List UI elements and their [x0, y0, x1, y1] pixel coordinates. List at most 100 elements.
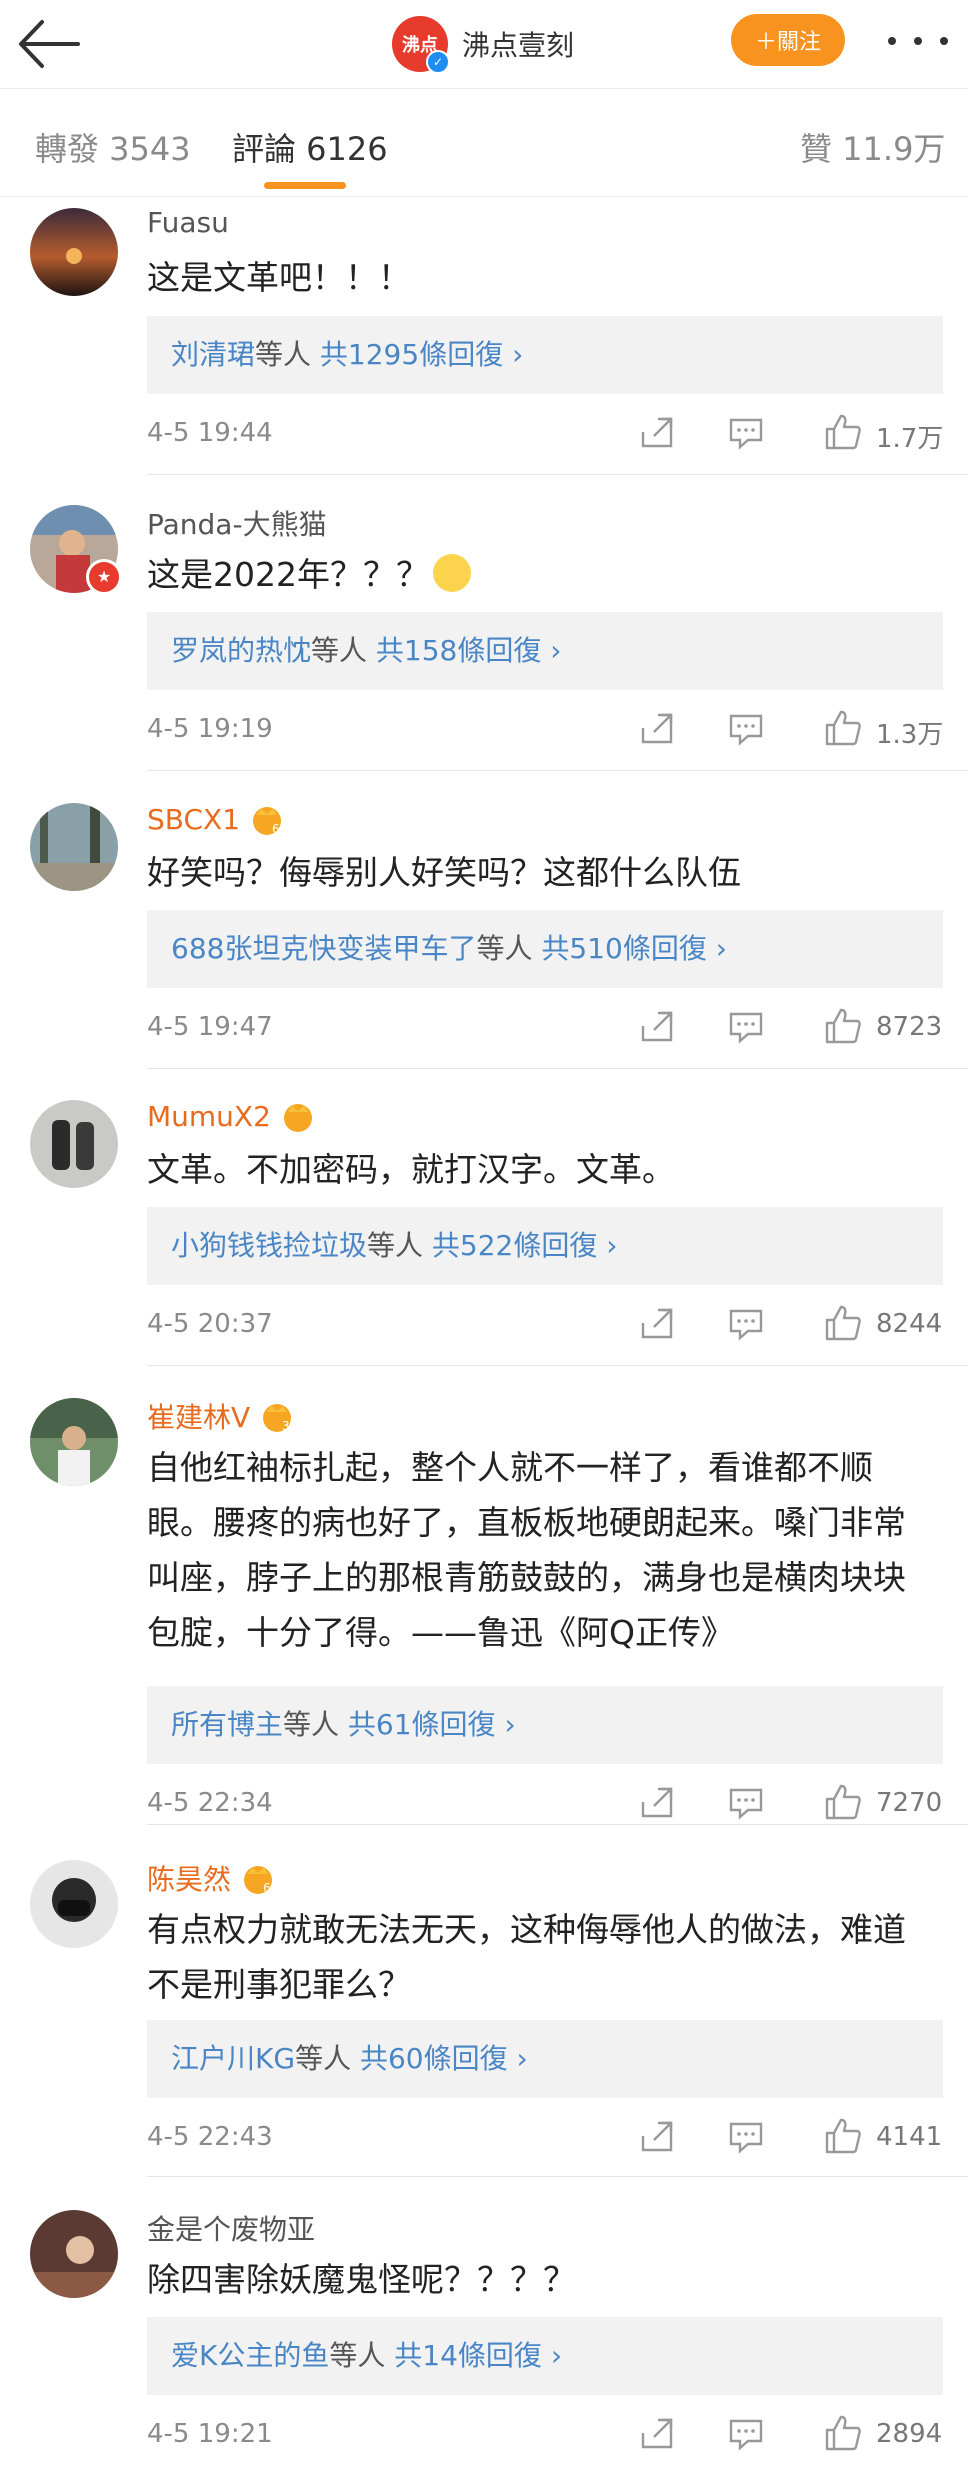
- comment-icon[interactable]: [728, 416, 764, 450]
- reply-etc: 等人: [255, 338, 312, 371]
- comment-icon[interactable]: [728, 712, 764, 746]
- commenter-name-text: MumuX2: [147, 1099, 271, 1133]
- share-icon[interactable]: [640, 2417, 674, 2451]
- replies-link[interactable]: 小狗钱钱捡垃圾等人 共522條回復 ›: [147, 1207, 943, 1285]
- comment-text: 这是2022年？？？: [147, 547, 937, 602]
- active-tab-indicator: [264, 182, 346, 189]
- comment-icon[interactable]: [728, 2417, 764, 2451]
- comment-actions: 8244: [640, 1304, 950, 1347]
- replies-link[interactable]: 江户川KG等人 共60條回復 ›: [147, 2020, 943, 2098]
- commenter-name[interactable]: MumuX2: [147, 1098, 317, 1134]
- reply-users: 小狗钱钱捡垃圾: [171, 1229, 368, 1262]
- like-icon[interactable]: [824, 1304, 862, 1342]
- commenter-name[interactable]: SBCX1 6: [147, 801, 286, 837]
- divider: [147, 1365, 968, 1366]
- reply-users: 罗岚的热忱: [171, 634, 312, 667]
- like-icon[interactable]: [824, 1007, 862, 1045]
- comment-text: 好笑吗？侮辱别人好笑吗？这都什么队伍: [147, 853, 741, 892]
- comment-text: 有点权力就敢无法无天，这种侮辱他人的做法，难道不是刑事犯罪么？: [147, 1910, 906, 2004]
- like-count: 8723: [876, 1012, 943, 1042]
- tab-comments[interactable]: 評論 6126: [232, 124, 388, 170]
- replies-link[interactable]: 刘清珺等人 共1295條回復 ›: [147, 316, 943, 394]
- commenter-name[interactable]: Panda-大熊猫: [147, 503, 327, 543]
- avatar[interactable]: [30, 1860, 118, 1948]
- more-options-icon[interactable]: [888, 26, 948, 56]
- reply-etc: 等人: [367, 1229, 424, 1262]
- like-count: 4141: [876, 2122, 943, 2152]
- comment-text: 除四害除妖魔鬼怪呢？？？？: [147, 2260, 576, 2299]
- comment-icon[interactable]: [728, 1786, 764, 1820]
- replies-link[interactable]: 罗岚的热忱等人 共158條回復 ›: [147, 612, 943, 690]
- like-icon[interactable]: [824, 2117, 862, 2155]
- comment-time: 4-5 19:21: [147, 2419, 273, 2449]
- share-icon[interactable]: [640, 2120, 674, 2154]
- reply-etc: 等人: [283, 1708, 340, 1741]
- like-icon[interactable]: [824, 709, 862, 747]
- avatar[interactable]: [30, 803, 118, 891]
- reply-users: 爱K公主的鱼: [171, 2339, 330, 2372]
- divider: [147, 474, 968, 475]
- reply-count: 共158條回復 ›: [367, 634, 562, 667]
- comment-text: 文革。不加密码，就打汉字。文革。: [147, 1150, 675, 1189]
- vip-crown-icon: 3: [263, 1404, 292, 1433]
- tab-reposts[interactable]: 轉發 3543: [35, 124, 191, 170]
- comment-actions: 8723: [640, 1007, 950, 1050]
- like-count: 8244: [876, 1309, 943, 1339]
- share-icon[interactable]: [640, 1010, 674, 1044]
- comment-text-content: 这是2022年？？？: [147, 555, 429, 594]
- divider: [147, 1824, 968, 1825]
- account-brand[interactable]: 沸点 ✓ 沸点壹刻: [392, 14, 574, 74]
- tab-likes[interactable]: 贊 11.9万: [800, 124, 945, 170]
- account-name: 沸点壹刻: [462, 29, 575, 62]
- smirk-emoji-icon: [432, 554, 471, 592]
- commenter-name[interactable]: 金是个废物亚: [147, 2208, 315, 2248]
- reply-count: 共14條回復 ›: [385, 2339, 563, 2372]
- like-icon[interactable]: [824, 2414, 862, 2452]
- avatar[interactable]: [30, 208, 118, 296]
- reply-count: 共60條回復 ›: [351, 2042, 528, 2075]
- verified-icon: ✓: [426, 50, 450, 74]
- share-icon[interactable]: [640, 416, 674, 450]
- svg-text:3: 3: [282, 1419, 290, 1433]
- follow-button[interactable]: ＋關注: [731, 14, 845, 66]
- commenter-name[interactable]: 陈昊然 6: [147, 1858, 277, 1898]
- share-icon[interactable]: [640, 1786, 674, 1820]
- avatar[interactable]: [30, 1100, 118, 1188]
- like-icon[interactable]: [824, 1783, 862, 1821]
- account-logo: 沸点 ✓: [392, 16, 450, 74]
- like-count: 7270: [876, 1788, 943, 1818]
- vip-crown-icon: 6: [244, 1866, 273, 1895]
- commenter-name[interactable]: 崔建林V 3: [147, 1396, 296, 1436]
- comment-time: 4-5 20:37: [147, 1309, 273, 1339]
- comment-time: 4-5 19:47: [147, 1012, 273, 1042]
- reply-etc: 等人: [476, 932, 533, 965]
- like-icon[interactable]: [824, 413, 862, 451]
- top-bar: 沸点 ✓ 沸点壹刻 ＋關注: [0, 0, 968, 89]
- comment-time: 4-5 22:34: [147, 1788, 273, 1818]
- tab-bar: 轉發 3543 評論 6126 贊 11.9万: [0, 90, 968, 197]
- vip-crown-icon: 6: [253, 807, 282, 836]
- reply-count: 共1295條回復 ›: [311, 338, 524, 371]
- share-icon[interactable]: [640, 1307, 674, 1341]
- replies-link[interactable]: 所有博主等人 共61條回復 ›: [147, 1686, 943, 1764]
- divider: [147, 1068, 968, 1069]
- reply-etc: 等人: [295, 2042, 352, 2075]
- svg-text:6: 6: [263, 1881, 271, 1895]
- back-arrow-icon[interactable]: [18, 18, 80, 70]
- reply-count: 共61條回復 ›: [339, 1708, 516, 1741]
- avatar[interactable]: [30, 1398, 118, 1486]
- commenter-name-text: SBCX1: [147, 802, 241, 836]
- comment-icon[interactable]: [728, 1010, 764, 1044]
- comment-time: 4-5 19:19: [147, 714, 273, 744]
- comment-icon[interactable]: [728, 2120, 764, 2154]
- comment-actions: 2894: [640, 2414, 950, 2457]
- avatar[interactable]: [30, 2210, 118, 2298]
- comment-time: 4-5 19:44: [147, 418, 273, 448]
- comment-icon[interactable]: [728, 1307, 764, 1341]
- commenter-name[interactable]: Fuasu: [147, 206, 229, 239]
- replies-link[interactable]: 爱K公主的鱼等人 共14條回復 ›: [147, 2317, 943, 2395]
- share-icon[interactable]: [640, 712, 674, 746]
- reply-etc: 等人: [311, 634, 368, 667]
- reply-users: 刘清珺: [171, 338, 256, 371]
- replies-link[interactable]: 688张坦克快变装甲车了等人 共510條回復 ›: [147, 910, 943, 988]
